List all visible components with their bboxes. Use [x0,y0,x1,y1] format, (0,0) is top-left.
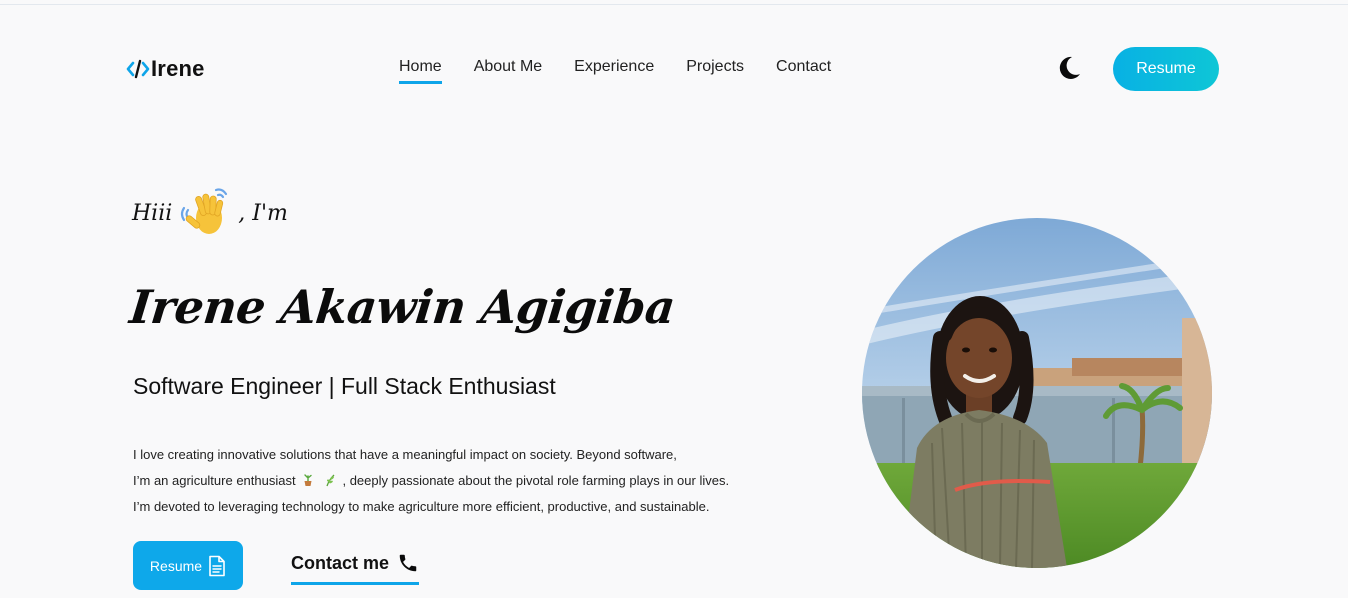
greeting-text: Hiii [132,200,173,226]
main-nav: Home About Me Experience Projects Contac… [399,58,863,84]
resume-button-label: Resume [149,557,203,574]
brand-name: Irene [151,56,205,81]
top-divider [0,4,1348,5]
greeting-suffix: , I'm [238,200,288,226]
bio-line-2: I’m an agriculture enthusiast , deeply p… [133,468,729,494]
document-icon [209,555,225,576]
bio-line-3: I’m devoted to leveraging technology to … [133,499,710,514]
bio-line-1: I love creating innovative solutions tha… [133,447,677,462]
contact-me-label: Contact me [291,552,390,573]
profile-photo [862,218,1212,568]
hero-role: Software Engineer | Full Stack Enthusias… [133,373,556,399]
nav-home[interactable]: Home [399,58,442,84]
bio-line-2-start: I’m an agriculture enthusiast [133,473,296,488]
hero-name: Irene Akawin Agigiba [127,280,678,334]
hero-greeting: Hiii , I'm [132,186,288,240]
waving-hand-icon [181,188,228,234]
hero-resume-button[interactable]: Resume [133,541,243,590]
moon-icon[interactable] [1056,55,1082,81]
hero-bio: I love creating innovative solutions tha… [133,442,729,520]
nav-experience[interactable]: Experience [574,58,654,80]
bio-line-2-end: , deeply passionate about the pivotal ro… [342,473,730,488]
profile-photo-illustration [862,218,1212,568]
herb-icon [326,474,335,487]
contact-me-link[interactable]: Contact me [291,552,420,585]
nav-resume-button[interactable]: Resume [1113,47,1219,91]
nav-contact[interactable]: Contact [776,58,831,80]
nav-projects[interactable]: Projects [686,58,744,80]
phone-icon [399,554,417,572]
nav-about-me[interactable]: About Me [474,58,542,80]
potted-plant-icon [304,474,312,486]
code-brackets-icon [126,59,150,79]
brand-logo[interactable]: Irene [126,56,205,82]
